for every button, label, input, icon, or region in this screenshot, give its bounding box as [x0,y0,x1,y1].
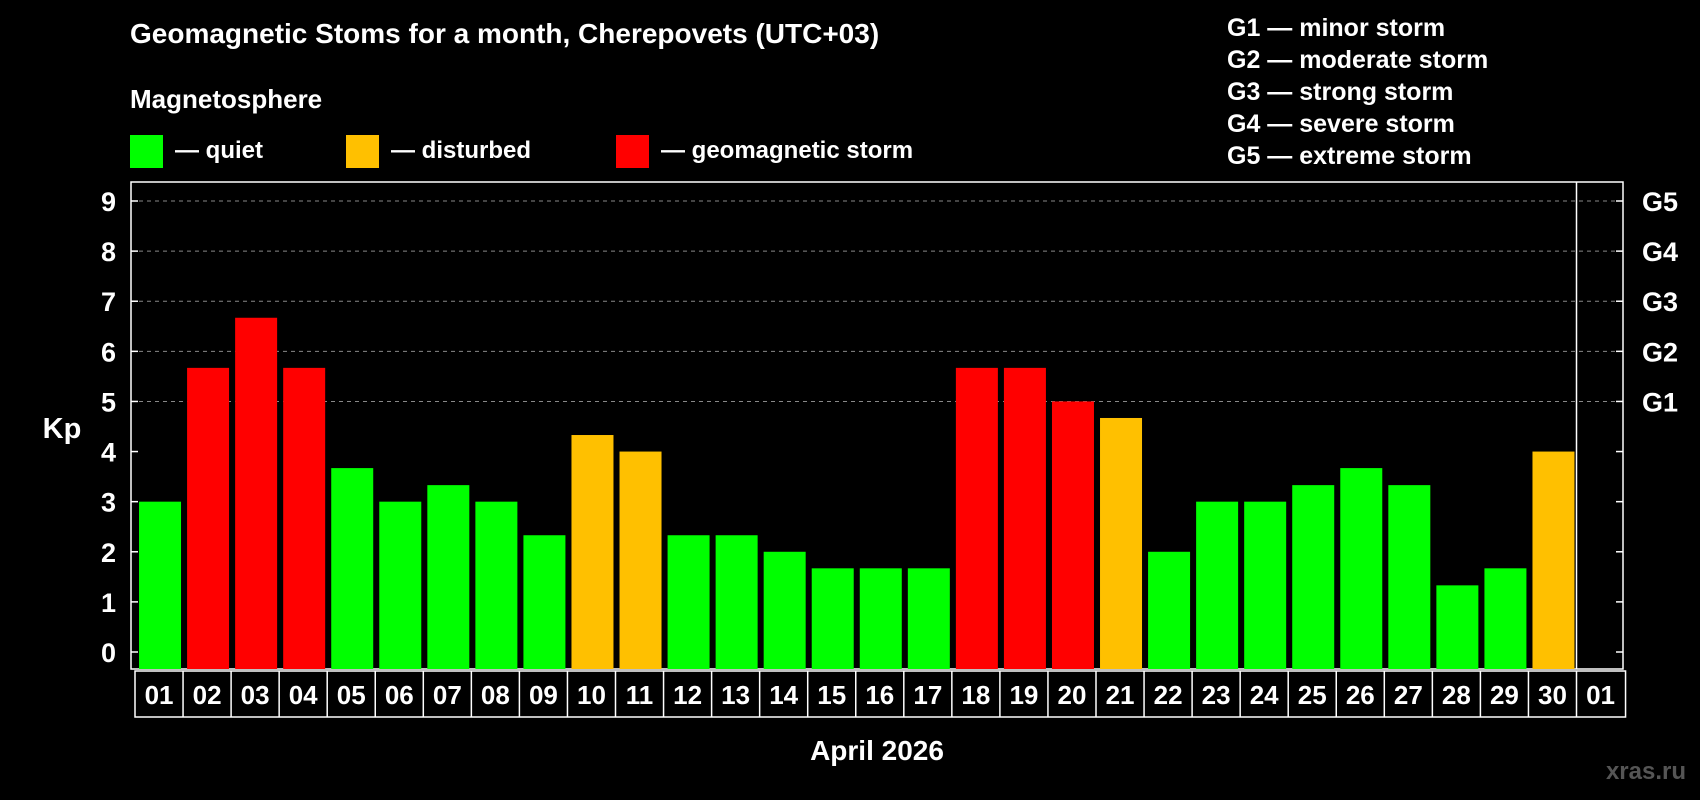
y-tick-label: 4 [101,438,116,468]
day-label: 07 [433,680,462,710]
day-label: 30 [1538,680,1567,710]
kp-bar [1532,451,1575,669]
day-label: 23 [1202,680,1231,710]
kp-bar [1244,501,1287,669]
day-label: 01 [145,680,174,710]
kp-bar [1196,501,1239,669]
g-level-label: G4 [1642,237,1678,267]
day-label: 16 [865,680,894,710]
y-tick-label: 0 [101,638,116,668]
kp-bar [1003,367,1046,669]
x-axis-caption: April 2026 [810,735,944,766]
kp-bar [955,367,998,669]
day-label: 24 [1250,680,1279,710]
y-tick-label: 9 [101,187,116,217]
day-label: 28 [1442,680,1471,710]
day-label: 18 [961,680,990,710]
day-label: 06 [385,680,414,710]
kp-bar [1100,417,1143,669]
day-label: 25 [1298,680,1327,710]
kp-bar [1292,485,1335,669]
g-level-label: G5 [1642,187,1678,217]
day-label: 10 [577,680,606,710]
day-label: 21 [1106,680,1135,710]
g-level-label: G2 [1642,337,1678,367]
y-tick-label: 2 [101,538,116,568]
day-label: 26 [1346,680,1375,710]
kp-bar [283,367,326,669]
kp-bar [331,468,374,669]
day-label: 03 [241,680,270,710]
kp-bar [715,535,758,669]
kp-bar-chart: 0123456789KpG1G2G3G4G501 02 03 04 05 06 07 08 09… [43,181,1678,718]
day-label: 14 [769,680,798,710]
day-label: 12 [673,680,702,710]
day-label: 01 [1586,680,1615,710]
kp-bar [139,501,182,669]
y-tick-label: 1 [101,588,116,618]
day-label: 08 [481,680,510,710]
day-label: 17 [913,680,942,710]
day-label: 09 [529,680,558,710]
kp-bar [1148,551,1191,669]
day-label: 20 [1058,680,1087,710]
kp-bar [811,568,854,669]
kp-bar [907,568,950,669]
kp-bar [427,485,470,669]
kp-bar [667,535,710,669]
day-label: 29 [1490,680,1519,710]
day-label: 05 [337,680,366,710]
day-label: 02 [193,680,222,710]
y-tick-label: 7 [101,287,116,317]
day-label: 04 [289,680,318,710]
day-label: 22 [1154,680,1183,710]
kp-bar [1388,485,1431,669]
g-level-label: G3 [1642,287,1678,317]
g-level-label: G1 [1642,387,1678,417]
y-axis-label: Kp [43,413,82,445]
kp-bar [379,501,422,669]
y-tick-label: 5 [101,387,116,417]
y-tick-label: 8 [101,237,116,267]
watermark: xras.ru [1605,758,1686,785]
kp-bar [523,535,566,669]
kp-bar [1484,568,1527,669]
kp-bar [1340,468,1383,669]
y-tick-label: 6 [101,337,116,367]
kp-bar [859,568,902,669]
day-label: 27 [1394,680,1423,710]
kp-bar [187,367,230,669]
kp-bar [1436,585,1479,669]
day-label: 15 [817,680,846,710]
y-tick-label: 3 [101,488,116,518]
kp-bar [235,317,278,669]
kp-bar [571,435,614,669]
day-label: 19 [1009,680,1038,710]
kp-bar [1051,401,1094,669]
kp-bar [763,551,806,669]
kp-bar [619,451,662,669]
day-label: 13 [721,680,750,710]
kp-bar [475,501,518,669]
day-label: 11 [626,680,654,710]
